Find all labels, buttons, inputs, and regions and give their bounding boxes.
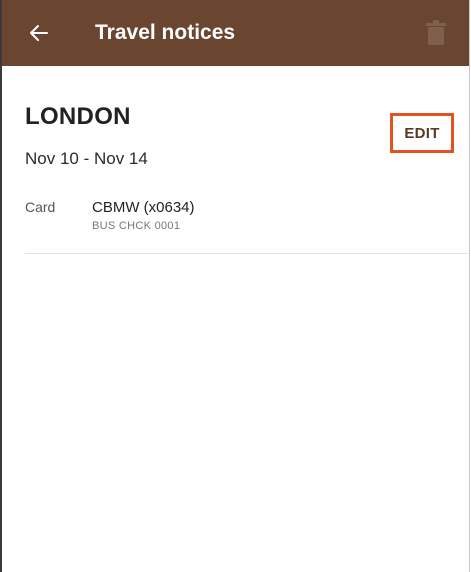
page-title: Travel notices [95, 21, 236, 44]
app-screen: Travel notices LONDON Nov 10 - Nov 14 ED… [0, 0, 470, 572]
card-account: BUS CHCK 0001 [92, 220, 181, 232]
arrow-left-icon [30, 25, 48, 41]
travel-dates: Nov 10 - Nov 14 [25, 149, 148, 168]
card-label: Card [25, 199, 56, 215]
delete-button[interactable] [425, 20, 447, 46]
trash-icon [426, 20, 446, 45]
back-button[interactable] [22, 16, 56, 50]
edit-button[interactable]: EDIT [390, 113, 454, 153]
card-name: CBMW (x0634) [92, 199, 195, 216]
destination-title: LONDON [25, 103, 131, 130]
app-bar: Travel notices [2, 0, 469, 66]
divider [25, 253, 470, 254]
